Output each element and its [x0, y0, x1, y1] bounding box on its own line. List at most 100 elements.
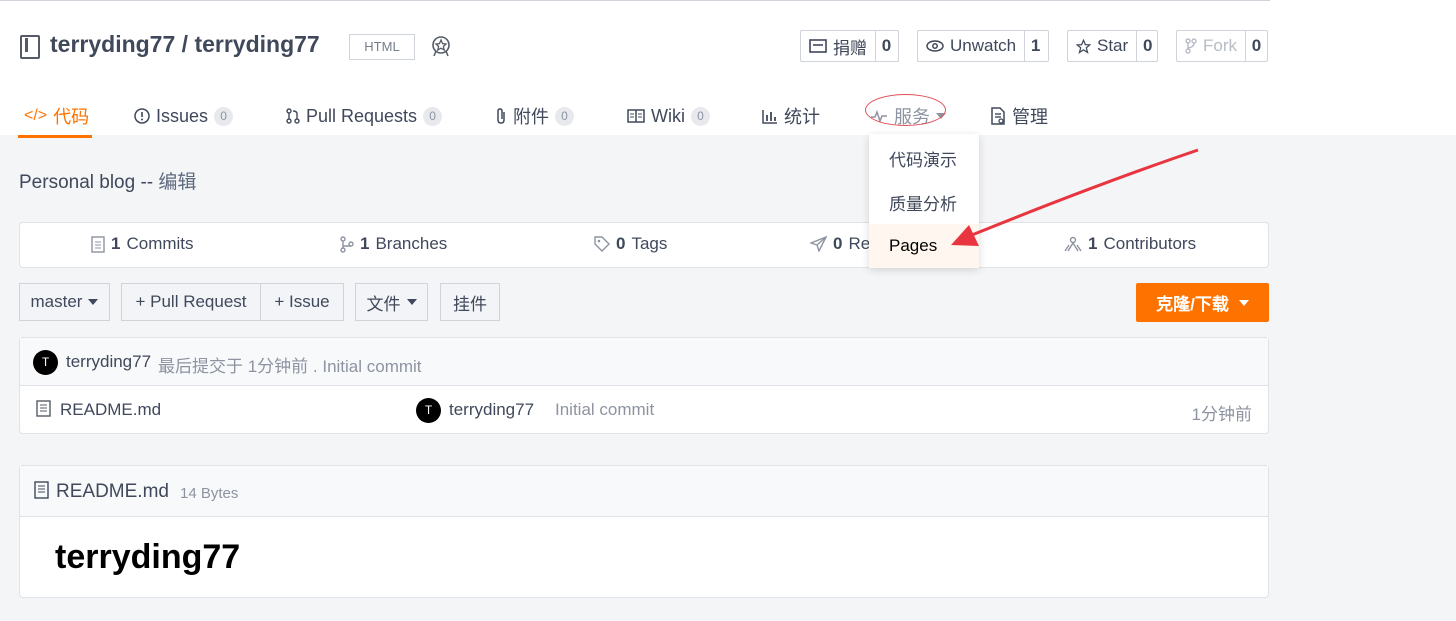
fork-label: Fork — [1203, 36, 1237, 55]
tab-count-badge: 0 — [555, 106, 574, 126]
repo-name-link[interactable]: terryding77 — [194, 31, 319, 57]
files-menu-label: 文件 — [366, 294, 401, 314]
clone-download-button[interactable]: 克隆/下载 — [1136, 283, 1269, 322]
book-icon — [627, 109, 645, 123]
paper-plane-icon — [810, 236, 827, 252]
fork-icon — [1185, 38, 1197, 54]
paperclip-icon — [495, 107, 507, 125]
file-name-link[interactable]: README.md — [60, 400, 161, 420]
tab-wiki[interactable]: Wiki 0 — [627, 94, 710, 138]
tab-label: 代码 — [53, 107, 90, 127]
tab-issues[interactable]: Issues 0 — [134, 94, 234, 138]
stat-label: Commits — [126, 234, 194, 253]
tab-pull-requests[interactable]: Pull Requests 0 — [286, 94, 443, 138]
tab-count-badge: 0 — [691, 106, 710, 126]
stat-label: Re — [848, 234, 871, 253]
tag-icon — [594, 236, 610, 252]
edit-description-link[interactable]: 编辑 — [158, 172, 196, 193]
readme-heading: terryding77 — [55, 538, 241, 576]
annotation-arrow — [951, 148, 1199, 246]
settings-doc-icon — [990, 107, 1006, 125]
recommend-badge-icon — [429, 34, 453, 58]
last-commit-row: T terryding77 最后提交于 1分钟前 . Initial commi… — [20, 338, 1268, 386]
stat-count: 1 — [111, 234, 121, 253]
readme-header: README.md 14 Bytes — [20, 466, 1268, 517]
star-button[interactable]: Star 0 — [1067, 30, 1158, 62]
widgets-button[interactable]: 挂件 — [440, 283, 500, 321]
tab-label: 统计 — [784, 107, 820, 127]
caret-down-icon — [88, 299, 99, 305]
donate-count: 0 — [875, 31, 897, 61]
repo-icon — [20, 35, 40, 59]
stat-count: 0 — [833, 234, 843, 253]
new-pull-request-button[interactable]: + Pull Request — [121, 283, 261, 321]
tab-count-badge: 0 — [214, 106, 234, 126]
bar-chart-icon — [762, 109, 778, 124]
code-icon: </> — [24, 107, 48, 124]
tab-attachments[interactable]: 附件 0 — [495, 94, 574, 138]
releases-stat[interactable]: 0 Re — [810, 234, 870, 254]
commit-summary[interactable]: 最后提交于 1分钟前 . Initial commit — [158, 352, 422, 377]
tags-stat[interactable]: 0 Tags — [594, 234, 667, 254]
tab-label: Issues — [156, 105, 209, 126]
watch-label: Unwatch — [950, 36, 1017, 55]
description-text: Personal blog -- — [19, 172, 154, 193]
tab-label: Wiki — [651, 105, 685, 126]
repo-title: terryding77 / terryding77 — [50, 31, 320, 58]
commit-author-link[interactable]: terryding77 — [66, 352, 151, 372]
clone-label: 克隆/下载 — [1156, 295, 1229, 314]
watch-count: 1 — [1024, 31, 1046, 61]
tab-label: Pull Requests — [306, 105, 418, 126]
tab-admin[interactable]: 管理 — [990, 94, 1048, 138]
repo-description: Personal blog -- 编辑 — [19, 167, 196, 194]
tab-label: 管理 — [1012, 107, 1048, 127]
stat-label: Branches — [375, 234, 448, 253]
annotation-ellipse — [865, 94, 946, 126]
readme-filename: README.md — [56, 481, 169, 502]
fork-button[interactable]: Fork 0 — [1176, 30, 1268, 62]
files-menu-button[interactable]: 文件 — [355, 283, 428, 321]
caret-down-icon — [406, 299, 417, 305]
commits-stat[interactable]: 1 Commits — [91, 234, 194, 254]
top-divider — [0, 0, 1270, 1]
readme-size: 14 Bytes — [180, 485, 239, 502]
tab-count-badge: 0 — [423, 106, 443, 126]
stat-label: Tags — [631, 234, 668, 253]
star-count: 0 — [1136, 31, 1158, 61]
issue-icon — [134, 108, 150, 124]
branch-select[interactable]: master — [19, 283, 110, 321]
avatar[interactable]: T — [416, 398, 441, 423]
repo-owner-link[interactable]: terryding77 — [50, 31, 175, 57]
file-list: T terryding77 最后提交于 1分钟前 . Initial commi… — [19, 337, 1269, 434]
pull-request-icon — [286, 108, 300, 124]
tab-stats[interactable]: 统计 — [762, 94, 820, 138]
stat-count: 1 — [360, 234, 370, 253]
readme-panel: README.md 14 Bytes terryding77 — [19, 465, 1269, 598]
readme-doc-icon — [34, 481, 49, 499]
repo-tabs: </> 代码 Issues 0 Pull Requests 0 附件 0 Wik… — [18, 94, 1268, 138]
stat-count: 0 — [616, 234, 626, 253]
donate-button[interactable]: 捐赠 0 — [800, 30, 899, 62]
star-label: Star — [1097, 36, 1129, 55]
language-badge[interactable]: HTML — [349, 34, 415, 60]
table-row: README.md T terryding77 Initial commit 1… — [20, 386, 1268, 434]
file-updated-time: 1分钟前 — [1191, 405, 1252, 424]
donate-icon — [809, 39, 827, 53]
file-icon — [36, 400, 51, 417]
avatar[interactable]: T — [33, 350, 58, 375]
eye-icon — [926, 40, 944, 52]
repo-separator: / — [181, 31, 189, 57]
file-author-link[interactable]: terryding77 — [449, 400, 534, 420]
commit-doc-icon — [91, 235, 105, 253]
branches-stat[interactable]: 1 Branches — [340, 234, 447, 254]
branch-select-label: master — [30, 292, 83, 311]
unwatch-button[interactable]: Unwatch 1 — [917, 30, 1049, 62]
star-icon — [1076, 38, 1091, 54]
file-commit-message[interactable]: Initial commit — [555, 400, 654, 420]
new-issue-button[interactable]: + Issue — [260, 283, 344, 321]
branch-icon — [340, 235, 354, 253]
fork-count: 0 — [1245, 31, 1267, 61]
caret-down-icon — [1238, 299, 1249, 306]
tab-code[interactable]: </> 代码 — [18, 94, 92, 138]
donate-label: 捐赠 — [833, 38, 867, 58]
